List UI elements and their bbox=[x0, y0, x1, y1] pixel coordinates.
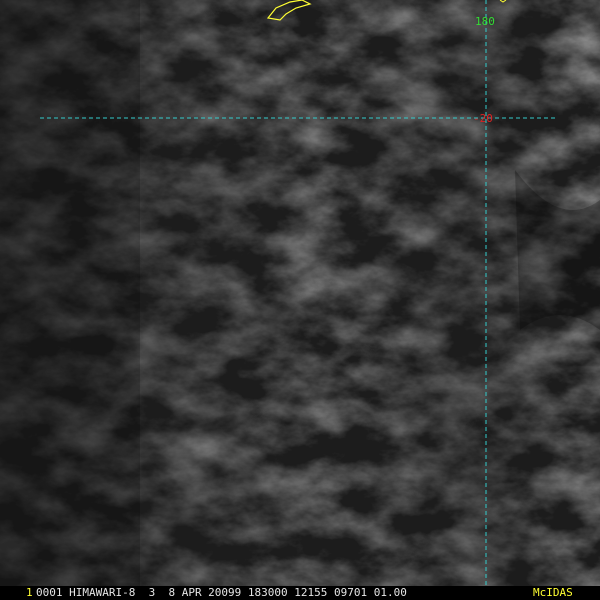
longitude-label: 180 bbox=[475, 15, 495, 28]
satellite-image: 180 -20 bbox=[0, 0, 600, 586]
latitude-label: -20 bbox=[473, 112, 493, 125]
image-info: 0001 HIMAWARI-8 3 8 APR 20099 183000 121… bbox=[36, 586, 407, 599]
frame-number: 1 bbox=[26, 586, 33, 599]
status-bar: 1 0001 HIMAWARI-8 3 8 APR 20099 183000 1… bbox=[0, 586, 600, 600]
dark-west-region bbox=[0, 0, 140, 586]
software-label: McIDAS bbox=[533, 586, 573, 599]
